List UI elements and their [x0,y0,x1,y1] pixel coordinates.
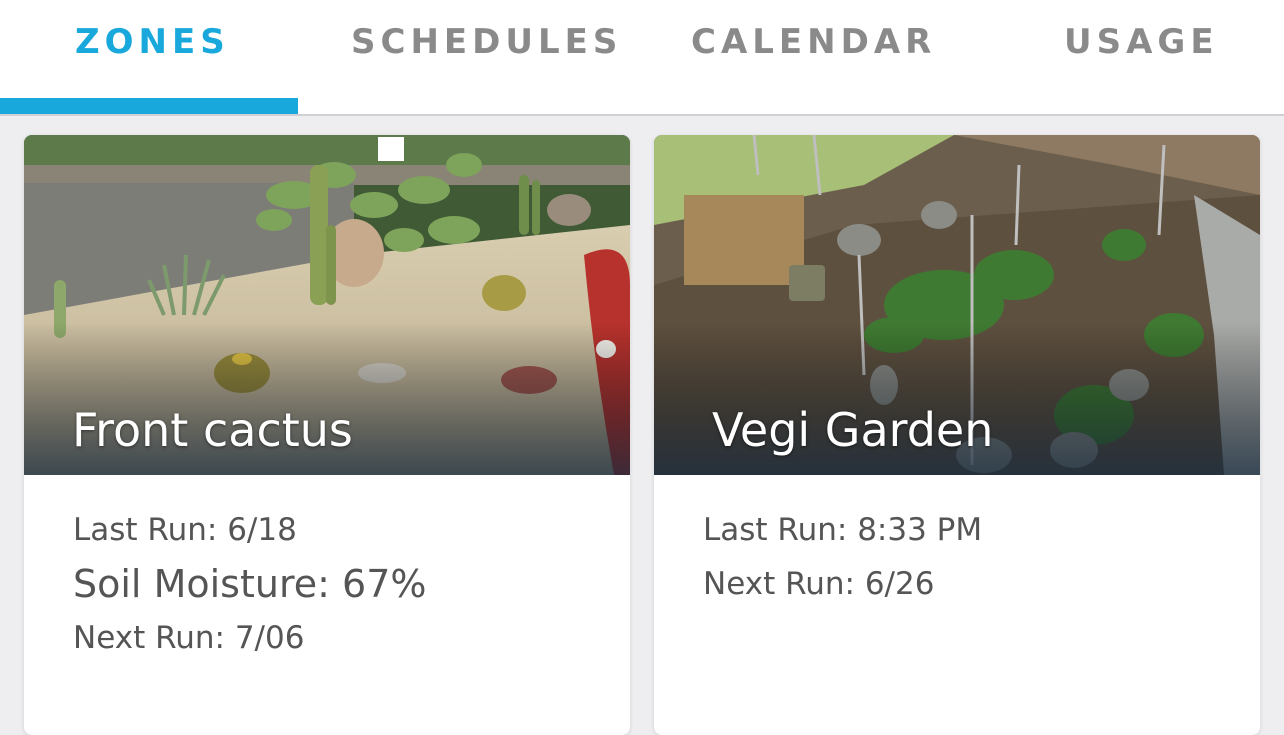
last-run-line: Last Run: 6/18 [73,503,630,557]
next-run-value: 7/06 [234,620,305,656]
soil-moisture-value: 67% [342,562,427,606]
tab-bar: ZONES SCHEDULES CALENDAR USAGE [0,0,1284,116]
zone-name: Vegi Garden [712,403,994,457]
tab-calendar[interactable]: CALENDAR [691,18,936,66]
soil-moisture-label: Soil Moisture: [73,562,330,606]
zone-photo: Front cactus [24,135,630,475]
last-run-value: 6/18 [227,512,297,548]
tab-schedules[interactable]: SCHEDULES [351,18,622,66]
next-run-label: Next Run: [73,620,225,656]
last-run-label: Last Run: [703,512,848,548]
zone-card-front-cactus[interactable]: Front cactus Last Run: 6/18 Soil Moistur… [24,135,630,735]
last-run-label: Last Run: [73,512,218,548]
tab-zones[interactable]: ZONES [75,18,230,66]
soil-moisture-line: Soil Moisture: 67% [73,557,630,611]
next-run-line: Next Run: 7/06 [73,611,630,665]
last-run-value: 8:33 PM [857,512,983,548]
active-tab-indicator [0,98,298,114]
last-run-line: Last Run: 8:33 PM [703,503,1260,557]
zone-photo: Vegi Garden [654,135,1260,475]
tab-usage[interactable]: USAGE [1064,18,1219,66]
next-run-line: Next Run: 6/26 [703,557,1260,611]
zone-name: Front cactus [72,403,353,457]
zone-info: Last Run: 6/18 Soil Moisture: 67% Next R… [24,475,630,665]
zone-card-vegi-garden[interactable]: Vegi Garden Last Run: 8:33 PM Next Run: … [654,135,1260,735]
next-run-value: 6/26 [864,566,935,602]
next-run-label: Next Run: [703,566,855,602]
zone-info: Last Run: 8:33 PM Next Run: 6/26 [654,475,1260,611]
